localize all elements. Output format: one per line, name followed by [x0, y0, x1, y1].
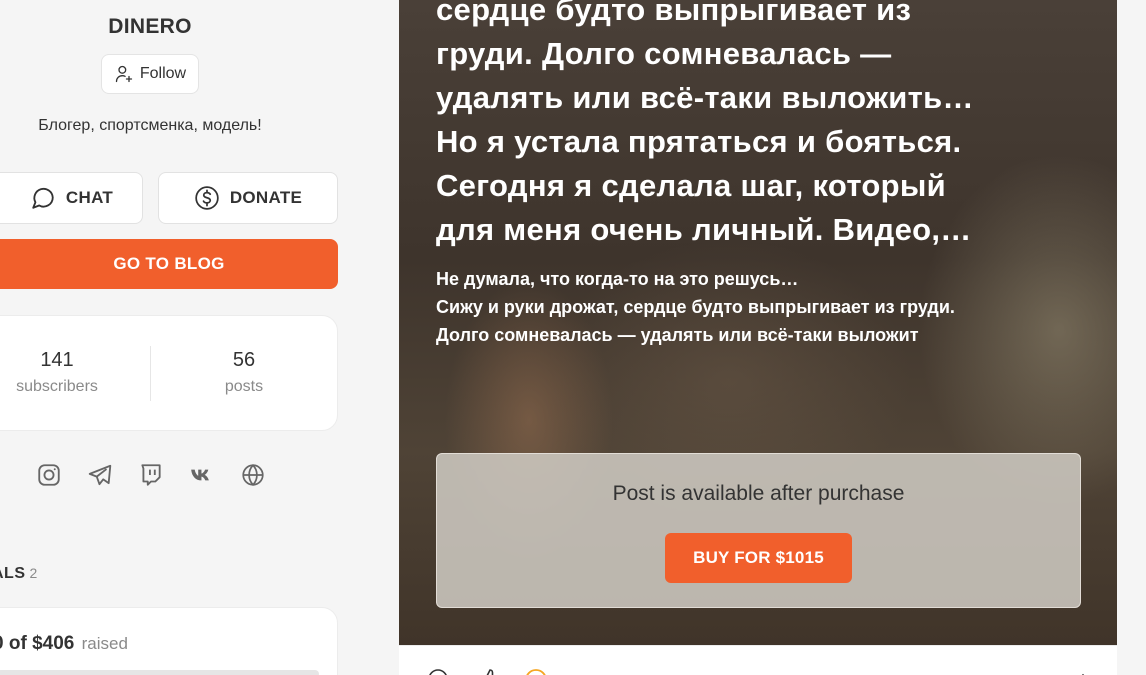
- stats-divider: [150, 346, 151, 401]
- paywall-message: Post is available after purchase: [612, 482, 905, 505]
- follow-button[interactable]: Follow: [101, 54, 199, 94]
- profile-name: DINERO: [108, 15, 192, 38]
- post-excerpt: Не думала, что когда-то на это решусь… С…: [436, 265, 1076, 349]
- emoji-icon[interactable]: [524, 668, 548, 675]
- post-preview: сердце будто выпрыгивает из груди. Долго…: [399, 0, 1117, 645]
- goal-progress-bar: [0, 670, 319, 675]
- subscribers-label: subscribers: [16, 378, 98, 395]
- post-title-line: Сегодня я сделала шаг, который: [436, 168, 947, 203]
- goal-amount-prefix: 0 of: [0, 633, 27, 654]
- chat-label: CHAT: [65, 188, 114, 207]
- post-title-line: груди. Долго сомневалась —: [436, 36, 892, 71]
- paywall-box: Post is available after purchase BUY FOR…: [436, 453, 1081, 608]
- posts-count: 56: [232, 349, 256, 371]
- goal-progress-text: 0 of $406 raised: [0, 633, 128, 655]
- stats-card: 141 subscribers 56 posts: [0, 315, 338, 431]
- profile-bio: Блогер, спортсменка, модель!: [38, 117, 262, 134]
- vk-icon[interactable]: [189, 461, 215, 489]
- subscribers-count: 141: [40, 349, 74, 371]
- subscribers-stat: 141 subscribers: [0, 349, 127, 396]
- follow-label: Follow: [139, 65, 187, 82]
- chat-bubble-icon: [32, 187, 54, 209]
- comment-icon[interactable]: [427, 668, 449, 675]
- post-excerpt-line: Сижу и руки дрожат, сердце будто выпрыги…: [436, 297, 955, 317]
- post-title-line: для меня очень личный. Видео,…: [436, 212, 972, 247]
- post-title-line: удалять или всё-таки выложить…: [436, 80, 974, 115]
- goals-heading: ALS2: [0, 565, 38, 583]
- post-title: сердце будто выпрыгивает из груди. Долго…: [436, 0, 1076, 252]
- post-title-line: сердце будто выпрыгивает из: [436, 0, 912, 27]
- goals-title: ALS: [0, 565, 26, 582]
- post-excerpt-line: Не думала, что когда-то на это решусь…: [436, 269, 799, 289]
- more-icon[interactable]: [1075, 668, 1091, 675]
- instagram-icon[interactable]: [36, 461, 62, 489]
- twitch-icon[interactable]: [138, 461, 164, 489]
- post-footer: [399, 645, 1117, 675]
- goal-raised-label: raised: [81, 634, 128, 653]
- like-icon[interactable]: [479, 668, 501, 675]
- post-title-line: Но я устала прятаться и бояться.: [436, 124, 962, 159]
- telegram-icon[interactable]: [87, 461, 113, 489]
- buy-post-button[interactable]: BUY FOR $1015: [665, 533, 852, 583]
- goals-count: 2: [29, 565, 38, 581]
- goal-card[interactable]: 0 of $406 raised: [0, 607, 338, 675]
- user-add-icon: [115, 65, 133, 83]
- posts-label: posts: [224, 378, 264, 395]
- post-excerpt-line: Долго сомневалась — удалять или всё-таки…: [436, 325, 919, 345]
- donate-button[interactable]: DONATE: [158, 172, 338, 224]
- social-links: [36, 461, 266, 489]
- donate-label: DONATE: [229, 188, 303, 207]
- posts-stat: 56 posts: [174, 349, 314, 396]
- profile-sidebar: DINERO Follow Блогер, спортсменка, модел…: [0, 0, 345, 675]
- go-to-blog-button[interactable]: GO TO BLOG: [0, 239, 338, 289]
- dollar-coin-icon: [195, 186, 219, 210]
- globe-icon[interactable]: [240, 461, 266, 489]
- goal-amount: $406: [32, 633, 75, 654]
- chat-button[interactable]: CHAT: [0, 172, 143, 224]
